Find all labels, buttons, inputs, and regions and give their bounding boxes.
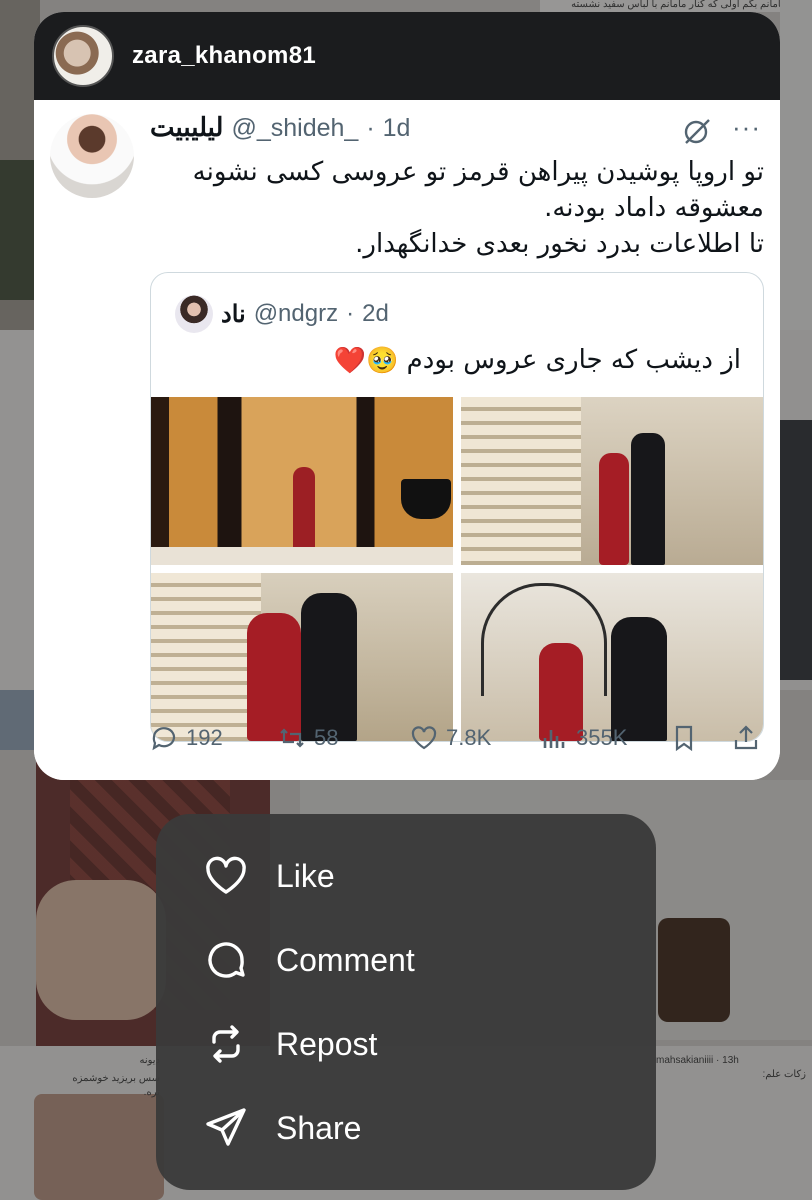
grok-icon [684,119,710,144]
quoted-emoji: 🥹❤️ [333,345,399,376]
repost-action: 58 [278,724,338,752]
photo-2-suit [631,433,665,565]
photo-4 [461,573,763,741]
menu-item-comment[interactable]: Comment [156,918,656,1002]
tweet-header: لیلیبیت @_shideh_ · 1d [150,112,410,143]
quoted-tweet: ناد @ndgrz · 2d از دیشب که جاری عروس بود… [150,272,764,742]
quoted-display-name: ناد [221,300,246,328]
quoted-handle: @ndgrz [253,300,339,327]
menu-item-share[interactable]: Share [156,1086,656,1170]
like-count: 7.8K [446,725,492,750]
tweet-separator: · [366,114,375,142]
share-icon [206,1108,246,1146]
tweet-text: تو اروپا پوشیدن پیراهن قرمز تو عروسی کسی… [164,154,764,262]
menu-item-label: Like [276,857,335,894]
photo-1-lamp [401,479,451,519]
photo-1-floor [151,547,453,565]
quoted-avatar [175,295,213,333]
heart-icon [206,856,246,894]
tweet-actions: 192 58 7.8K 355K [34,724,780,772]
retweet-icon [280,728,304,748]
photo-2-stairs [461,397,581,565]
reply-action: 192 [150,724,223,752]
context-menu: Like Comment Repost Share [156,814,656,1190]
tweet-screenshot: لیلیبیت @_shideh_ · 1d ··· تو اروپا پوشی… [34,100,780,780]
photo-2-dress [599,453,629,565]
author-username[interactable]: zara_khanom81 [132,42,316,70]
card-header: zara_khanom81 [34,12,780,100]
upload-icon [734,725,758,750]
tweet-text-line: تو اروپا پوشیدن پیراهن قرمز تو عروسی کسی… [192,157,764,187]
tweet-text-line: معشوقه داماد بودنه. [544,193,764,223]
views-action: 355K [540,724,627,752]
menu-item-repost[interactable]: Repost [156,1002,656,1086]
photo-3 [151,573,453,741]
quoted-tweet-header: ناد @ndgrz · 2d [175,295,389,333]
tweet-text-line: تا اطلاعات بدرد نخور بعدی خدانگهدار. [355,229,764,259]
photo-3-dress [247,613,301,741]
quoted-text-body: از دیشب که جاری عروس بودم [406,345,741,375]
comment-icon [208,942,245,978]
photo-grid [151,397,763,741]
photo-3-stairs [151,573,261,741]
repost-icon [212,1025,240,1063]
quoted-time: 2d [362,300,389,327]
menu-item-label: Repost [276,1025,378,1062]
views-icon [543,730,565,748]
reply-count: 192 [186,725,223,750]
tweet-avatar [50,114,134,198]
photo-1 [151,397,453,565]
quoted-separator: · [346,300,355,327]
menu-item-label: Comment [276,941,415,978]
like-icon [411,726,437,750]
share-action [732,724,760,752]
repost-count: 58 [314,725,339,750]
photo-2 [461,397,763,565]
tweet-handle: @_shideh_ [231,114,359,142]
post-preview-card[interactable]: zara_khanom81 لیلیبیت @_shideh_ · 1d ···… [34,12,780,780]
bookmark-action [670,724,698,752]
tweet-time: 1d [382,114,411,142]
menu-item-label: Share [276,1109,362,1146]
reply-icon [152,727,176,751]
like-action: 7.8K [410,724,491,752]
quoted-text: از دیشب که جاری عروس بودم 🥹❤️ [330,345,741,376]
photo-4-suit [611,617,667,741]
menu-item-like[interactable]: Like [156,834,656,918]
bookmark-icon [675,725,693,752]
photo-3-suit [301,593,357,741]
more-icon: ··· [732,112,761,142]
view-count: 355K [576,725,628,750]
tweet-display-name: لیلیبیت [150,112,224,142]
author-avatar[interactable] [52,25,114,87]
